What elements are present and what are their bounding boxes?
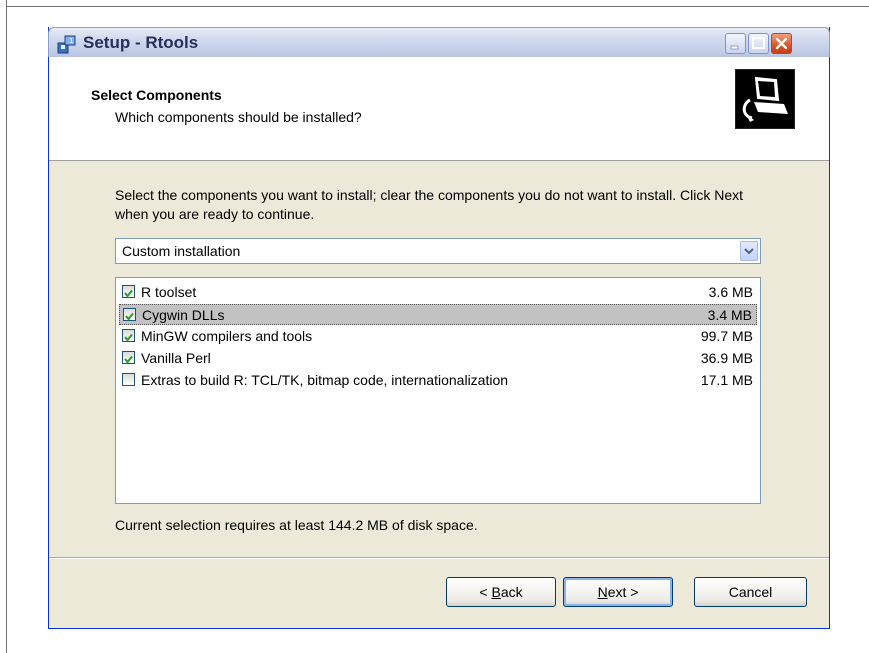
title-bar[interactable]: 1 Setup - Rtools bbox=[48, 27, 830, 57]
install-type-dropdown[interactable]: Custom installation bbox=[115, 238, 761, 264]
component-row-vanilla-perl[interactable]: Vanilla Perl 36.9 MB bbox=[119, 348, 757, 369]
setup-app-icon[interactable]: 1 bbox=[57, 34, 77, 54]
chevron-down-icon bbox=[744, 248, 754, 255]
cancel-button[interactable]: Cancel bbox=[694, 577, 807, 607]
component-row-r-toolset[interactable]: R toolset 3.6 MB bbox=[119, 282, 757, 303]
dropdown-button[interactable] bbox=[740, 241, 758, 261]
component-row-cygwin-dlls[interactable]: Cygwin DLLs 3.4 MB bbox=[119, 304, 757, 325]
maximize-icon bbox=[752, 37, 765, 49]
setup-window: 1 Setup - Rtools Select Components Which… bbox=[48, 27, 830, 629]
component-row-extras[interactable]: Extras to build R: TCL/TK, bitmap code, … bbox=[119, 370, 757, 391]
component-checkbox[interactable] bbox=[122, 373, 135, 386]
component-checkbox[interactable] bbox=[122, 285, 135, 298]
maximize-button[interactable] bbox=[748, 33, 769, 54]
page-border bbox=[6, 0, 7, 653]
next-button-mnemonic: N bbox=[597, 584, 608, 600]
component-checkbox[interactable] bbox=[122, 329, 135, 342]
next-button[interactable]: Next > bbox=[563, 577, 673, 607]
install-type-value: Custom installation bbox=[122, 243, 241, 259]
instructions-text: Select the components you want to instal… bbox=[115, 187, 743, 222]
component-label: Extras to build R: TCL/TK, bitmap code, … bbox=[141, 372, 509, 388]
component-label: Vanilla Perl bbox=[141, 350, 211, 366]
minimize-button[interactable] bbox=[725, 33, 746, 54]
component-label: R toolset bbox=[141, 284, 197, 300]
close-button[interactable] bbox=[771, 33, 792, 54]
back-button[interactable]: < Back bbox=[446, 577, 556, 607]
component-label: Cygwin DLLs bbox=[142, 307, 225, 323]
install-computer-icon bbox=[735, 69, 795, 129]
svg-text:1: 1 bbox=[69, 37, 73, 45]
window-title: Setup - Rtools bbox=[83, 33, 199, 52]
components-list[interactable]: R toolset 3.6 MB Cygwin DLLs 3.4 MB MinG… bbox=[115, 277, 761, 504]
next-button-rest: ext > bbox=[607, 584, 639, 600]
component-size: 17.1 MB bbox=[700, 372, 753, 388]
wizard-body: Select the components you want to instal… bbox=[49, 162, 829, 557]
divider bbox=[49, 558, 829, 559]
checkmark-icon bbox=[124, 333, 133, 342]
component-size: 3.4 MB bbox=[707, 307, 752, 323]
component-checkbox[interactable] bbox=[122, 351, 135, 364]
close-icon bbox=[775, 37, 788, 50]
component-label: MinGW compilers and tools bbox=[141, 328, 313, 344]
back-button-rest: ack bbox=[500, 584, 523, 600]
checkmark-icon bbox=[124, 355, 133, 364]
component-row-mingw[interactable]: MinGW compilers and tools 99.7 MB bbox=[119, 326, 757, 347]
component-size: 36.9 MB bbox=[700, 350, 753, 366]
component-size: 3.6 MB bbox=[708, 284, 753, 300]
back-button-prefix: < bbox=[479, 584, 492, 600]
page-subtitle: Which components should be installed? bbox=[115, 109, 362, 125]
checkmark-icon bbox=[124, 289, 133, 298]
minimize-icon bbox=[730, 45, 739, 50]
disk-space-requirement: Current selection requires at least 144.… bbox=[115, 517, 478, 533]
back-button-mnemonic: B bbox=[491, 584, 501, 600]
component-checkbox[interactable] bbox=[123, 308, 136, 321]
page-title: Select Components bbox=[91, 87, 222, 103]
wizard-header: Select Components Which components shoul… bbox=[49, 57, 829, 161]
component-size: 99.7 MB bbox=[700, 328, 753, 344]
checkmark-icon bbox=[125, 312, 134, 321]
page-border bbox=[6, 6, 869, 7]
